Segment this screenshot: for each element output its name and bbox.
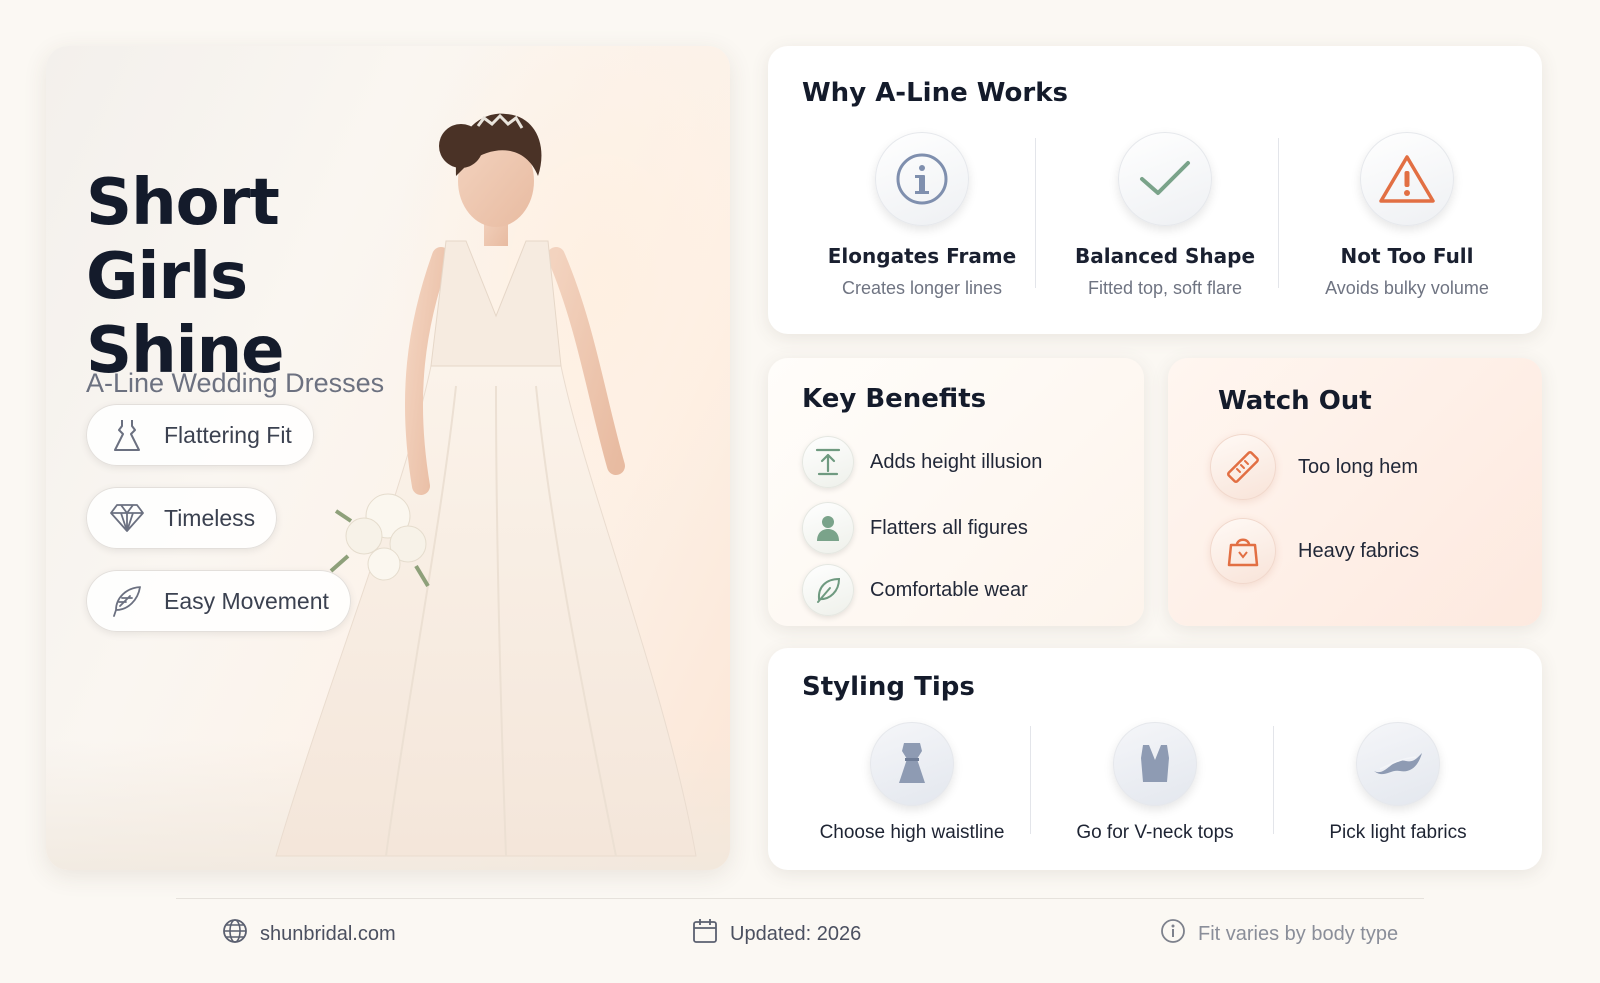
footer-note: Fit varies by body type	[1160, 918, 1398, 950]
hero-card: Short Girls Shine A-Line Wedding Dresses…	[46, 46, 730, 870]
tip-label: Go for V-neck tops	[1076, 822, 1234, 843]
updated-text: Updated: 2026	[730, 922, 862, 945]
warning-item: Too long hem	[1210, 434, 1418, 500]
section-title: Styling Tips	[802, 672, 975, 702]
checkmark-icon	[1118, 132, 1212, 226]
why-item-title: Not Too Full	[1340, 244, 1474, 268]
page-title: Short Girls Shine	[86, 166, 285, 388]
feather-icon	[108, 582, 146, 620]
fabric-icon	[1356, 722, 1440, 806]
warning-label: Too long hem	[1298, 455, 1419, 478]
height-arrow-icon	[802, 436, 854, 488]
calendar-icon	[692, 918, 718, 950]
why-item-subtitle: Fitted top, soft flare	[1087, 278, 1243, 298]
section-title: Key Benefits	[802, 384, 987, 414]
tip-item: Pick light fabrics	[1278, 722, 1518, 844]
warning-label: Heavy fabrics	[1298, 539, 1420, 562]
leaf-icon	[802, 564, 854, 616]
why-item: Elongates Frame Creates longer lines	[802, 132, 1042, 299]
divider	[1035, 138, 1036, 288]
note-text: Fit varies by body type	[1198, 922, 1399, 945]
benefit-item: Flatters all figures	[802, 502, 1028, 554]
website-link[interactable]: shunbridal.com	[260, 923, 396, 946]
why-item-title: Balanced Shape	[1074, 244, 1256, 268]
section-title: Watch Out	[1218, 386, 1372, 416]
footer-divider	[176, 898, 1424, 899]
benefit-item: Adds height illusion	[802, 436, 1042, 488]
dress-form-icon	[870, 722, 954, 806]
divider	[1030, 726, 1031, 834]
divider	[1273, 726, 1274, 834]
why-item-subtitle: Creates longer lines	[841, 278, 1003, 298]
divider	[1278, 138, 1279, 288]
page-subtitle: A-Line Wedding Dresses	[86, 368, 385, 398]
person-icon	[802, 502, 854, 554]
why-item: Balanced Shape Fitted top, soft flare	[1045, 132, 1285, 299]
why-a-line-card: Why A-Line Works Elongates Frame Creates…	[768, 46, 1542, 334]
benefit-label: Adds height illusion	[870, 450, 1043, 473]
styling-tips-card: Styling Tips Choose high waistline Go fo…	[768, 648, 1542, 870]
why-item: Not Too Full Avoids bulky volume	[1287, 132, 1527, 299]
key-benefits-card: Key Benefits Adds height illusion Flatte…	[768, 358, 1144, 626]
why-item-subtitle: Avoids bulky volume	[1325, 278, 1489, 298]
info-icon	[875, 132, 969, 226]
benefit-label: Flatters all figures	[870, 516, 1028, 539]
pill-flattering-fit: Flattering Fit	[86, 404, 314, 466]
benefit-label: Comfortable wear	[870, 578, 1028, 601]
tip-label: Pick light fabrics	[1329, 822, 1467, 843]
warning-item: Heavy fabrics	[1210, 518, 1419, 584]
tip-item: Choose high waistline	[792, 722, 1032, 844]
pill-label: Flattering Fit	[164, 421, 292, 448]
diamond-icon	[108, 499, 146, 537]
tip-item: Go for V-neck tops	[1035, 722, 1275, 844]
v-neck-top-icon	[1113, 722, 1197, 806]
why-item-title: Elongates Frame	[827, 244, 1017, 268]
pill-easy-movement: Easy Movement	[86, 570, 351, 632]
weight-bag-icon	[1210, 518, 1276, 584]
info-icon	[1160, 918, 1186, 950]
footer-website[interactable]: shunbridal.com	[222, 918, 396, 950]
footer-updated: Updated: 2026	[692, 918, 861, 950]
warning-icon	[1360, 132, 1454, 226]
dress-icon	[108, 416, 146, 454]
tip-label: Choose high waistline	[819, 822, 1005, 843]
pill-label: Timeless	[164, 504, 256, 531]
benefit-item: Comfortable wear	[802, 564, 1028, 616]
watch-out-card: Watch Out Too long hem Heavy fabrics	[1168, 358, 1542, 626]
ruler-icon	[1210, 434, 1276, 500]
pill-label: Easy Movement	[164, 587, 329, 614]
section-title: Why A-Line Works	[802, 78, 1068, 108]
pill-timeless: Timeless	[86, 487, 278, 549]
globe-icon	[222, 918, 248, 950]
